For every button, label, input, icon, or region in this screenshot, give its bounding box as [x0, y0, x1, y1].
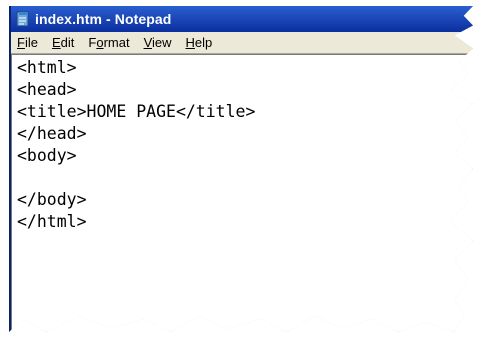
menu-file-accel: F — [17, 35, 25, 50]
menu-view-accel: V — [143, 35, 152, 50]
editor-line: <title>HOME PAGE</title> — [17, 102, 256, 121]
menu-view-label: iew — [152, 35, 172, 50]
editor-line: <head> — [17, 80, 77, 99]
menu-format[interactable]: Format — [86, 34, 131, 51]
editor-line: <body> — [17, 146, 77, 165]
menu-bar: File Edit Format View Help — [11, 32, 473, 54]
editor-line: </html> — [17, 212, 87, 231]
menu-view[interactable]: View — [142, 34, 174, 51]
menu-help-label: elp — [194, 35, 213, 50]
editor-line: </head> — [17, 124, 87, 143]
menu-format-label: rmat — [103, 35, 130, 50]
menu-edit-label: dit — [60, 35, 75, 50]
menu-file-label: ile — [24, 35, 38, 50]
menu-file[interactable]: File — [15, 34, 40, 51]
text-editor[interactable]: <html> <head> <title>HOME PAGE</title> <… — [11, 54, 473, 332]
editor-line: <html> — [17, 58, 77, 77]
title-bar[interactable]: index.htm - Notepad — [11, 6, 473, 32]
menu-help-accel: H — [185, 35, 195, 50]
menu-format-accel: o — [96, 35, 104, 50]
menu-help[interactable]: Help — [184, 34, 215, 51]
menu-edit-accel: E — [51, 35, 61, 50]
editor-line: </body> — [17, 190, 87, 209]
menu-edit[interactable]: Edit — [50, 34, 76, 51]
notepad-icon — [15, 11, 31, 27]
notepad-window: index.htm - Notepad File Edit Format Vie… — [9, 6, 473, 332]
window-title: index.htm - Notepad — [35, 11, 172, 27]
